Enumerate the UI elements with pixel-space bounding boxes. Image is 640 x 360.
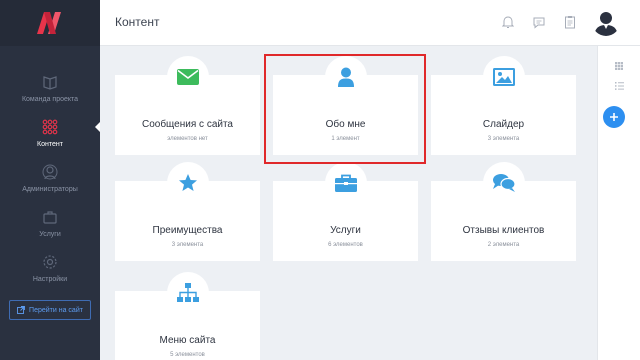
avatar[interactable] [592, 8, 620, 36]
briefcase-icon [334, 174, 357, 192]
card-about-me[interactable]: Обо мне 1 элемент [273, 56, 418, 155]
card-count: 3 элемента [171, 242, 204, 248]
card-count: элементов нет [167, 136, 208, 142]
card-icon-circle [482, 56, 525, 98]
go-to-site-label: Перейти на сайт [29, 306, 83, 314]
card-client-reviews[interactable]: Отзывы клиентов 2 элемента [431, 162, 576, 261]
top-bar: Контент [100, 0, 640, 46]
sidebar-item-admins[interactable]: Администраторы [0, 162, 100, 206]
logo[interactable] [0, 0, 100, 46]
card-title: Услуги [330, 225, 361, 236]
card-site-messages[interactable]: Сообщения с сайта элементов нет [115, 56, 260, 155]
sidebar-item-team[interactable]: Команда проекта [0, 72, 100, 116]
sidebar-item-label: Настройки [32, 276, 68, 283]
envelope-icon [176, 69, 199, 85]
plus-icon [610, 113, 618, 121]
card-site-menu[interactable]: Меню сайта 5 элементов [115, 272, 260, 360]
right-toolbar [597, 46, 640, 360]
image-icon [492, 68, 515, 86]
sidebar-item-settings[interactable]: Настройки [0, 252, 100, 296]
card-title: Отзывы клиентов [462, 225, 545, 236]
person-icon [337, 67, 354, 87]
sidebar-item-label: Администраторы [22, 186, 78, 193]
sidebar-item-label: Команда проекта [21, 96, 79, 103]
chat-bubbles-icon [492, 174, 516, 192]
card-count: 1 элемент [331, 136, 360, 142]
card-icon-circle [166, 56, 209, 98]
user-avatar-icon [592, 8, 620, 36]
sidebar-item-content[interactable]: Контент [0, 117, 100, 161]
logo-icon [37, 12, 61, 34]
sidebar-item-label: Услуги [39, 231, 61, 238]
sidebar-item-label: Контент [37, 141, 63, 148]
card-icon-circle [482, 162, 525, 204]
card-icon-circle [166, 162, 209, 204]
card-count: 5 элементов [170, 352, 205, 358]
add-button[interactable] [603, 106, 625, 128]
card-icon-circle [324, 56, 367, 98]
card-slider[interactable]: Слайдер 3 элемента [431, 56, 576, 155]
card-count: 2 элемента [487, 242, 520, 248]
card-advantages[interactable]: Преимущества 3 элемента [115, 162, 260, 261]
clipboard-icon[interactable] [562, 14, 578, 30]
gear-icon [40, 252, 60, 272]
sidebar-item-services[interactable]: Услуги [0, 207, 100, 251]
card-icon-circle [324, 162, 367, 204]
card-icon-circle [166, 272, 209, 314]
card-services[interactable]: Услуги 6 элементов [273, 162, 418, 261]
card-title: Слайдер [482, 119, 525, 130]
card-count: 3 элемента [487, 136, 520, 142]
card-title: Обо мне [325, 119, 366, 130]
grid-icon [40, 117, 60, 137]
sidebar: Команда проекта Контент Администраторы У… [0, 0, 100, 360]
card-count: 6 элементов [328, 242, 363, 248]
sitemap-icon [176, 283, 199, 302]
bell-icon[interactable] [500, 14, 516, 30]
go-to-site-button[interactable]: Перейти на сайт [9, 300, 91, 320]
page-title: Контент [115, 15, 160, 29]
chat-icon[interactable] [531, 14, 547, 30]
book-icon [40, 72, 60, 92]
user-shield-icon [40, 162, 60, 182]
card-title: Преимущества [152, 225, 223, 236]
star-icon [178, 174, 197, 191]
card-title: Сообщения с сайта [141, 119, 233, 130]
content-area: Сообщения с сайта элементов нет Обо мне … [100, 46, 595, 360]
external-link-icon [17, 306, 25, 314]
grid-view-icon[interactable] [611, 58, 627, 74]
briefcase-icon [40, 207, 60, 227]
list-view-icon[interactable] [611, 78, 627, 94]
card-title: Меню сайта [159, 335, 216, 346]
